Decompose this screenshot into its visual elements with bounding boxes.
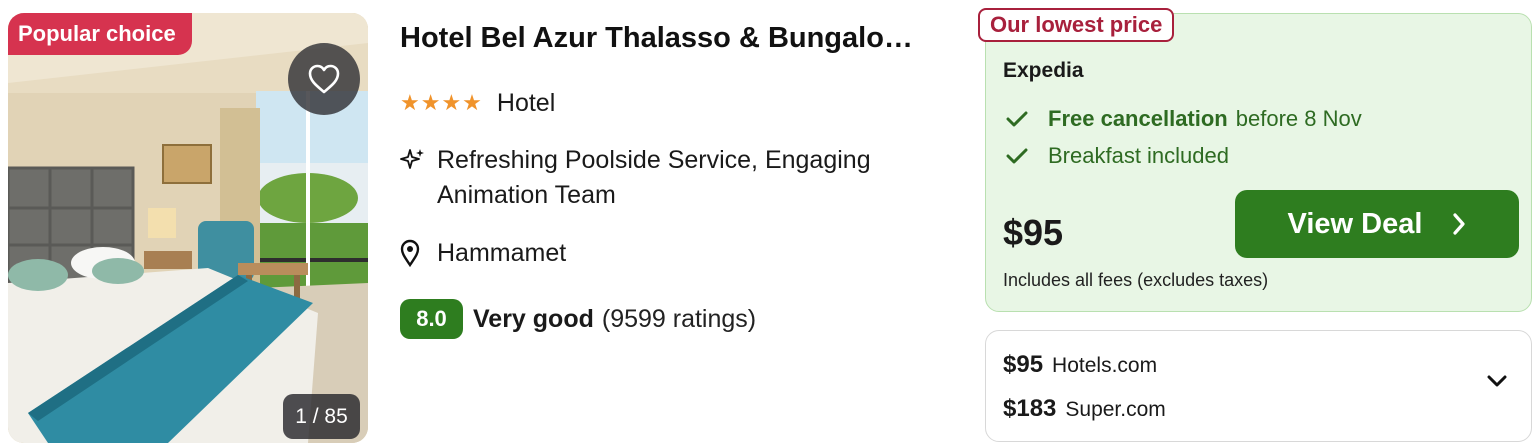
view-deal-label: View Deal xyxy=(1287,207,1423,240)
lowest-price-badge: Our lowest price xyxy=(978,8,1175,42)
highlights-text: Refreshing Poolside Service, Engaging An… xyxy=(437,146,871,209)
popular-choice-badge: Popular choice xyxy=(8,13,192,55)
perk-breakfast: Breakfast included xyxy=(1006,143,1229,169)
hotel-details: Hotel Bel Azur Thalasso & Bungalo… ★★★★ … xyxy=(400,0,970,448)
hotel-highlights: Refreshing Poolside Service, Engaging An… xyxy=(400,143,947,213)
check-icon xyxy=(1006,110,1048,128)
heart-icon xyxy=(308,64,340,94)
check-icon xyxy=(1006,147,1048,165)
perk-detail: before 8 Nov xyxy=(1235,106,1362,131)
offer-price: $95 xyxy=(1003,351,1044,378)
perk-strong: Free cancellation xyxy=(1048,106,1228,131)
offer-provider: Super.com xyxy=(1065,398,1166,421)
deal-provider: Expedia xyxy=(1003,59,1084,82)
hotel-location: Hammamet xyxy=(400,236,566,270)
offer-row[interactable]: $95 Hotels.com xyxy=(1003,351,1157,379)
offer-price: $183 xyxy=(1003,395,1057,422)
fees-note: Includes all fees (excludes taxes) xyxy=(1003,270,1269,290)
hotel-photo[interactable]: Popular choice 1 / 85 xyxy=(8,13,368,443)
hotel-name[interactable]: Hotel Bel Azur Thalasso & Bungalo… xyxy=(400,22,913,55)
rating-count: (9599 ratings) xyxy=(601,304,757,333)
perk-detail: Breakfast included xyxy=(1048,143,1229,168)
deal-price: $95 xyxy=(1003,212,1064,253)
offer-row[interactable]: $183 Super.com xyxy=(1003,395,1166,423)
hotel-type: Hotel xyxy=(496,88,556,117)
perk-free-cancellation: Free cancellation before 8 Nov xyxy=(1006,106,1362,132)
location-pin-icon xyxy=(400,239,437,267)
photo-counter: 1 / 85 xyxy=(283,394,360,439)
favorite-button[interactable] xyxy=(288,43,360,115)
location-text: Hammamet xyxy=(437,238,567,267)
offer-provider: Hotels.com xyxy=(1052,354,1158,377)
chevron-down-icon[interactable] xyxy=(1486,374,1508,388)
top-deal-card[interactable]: Expedia Free cancellation before 8 Nov B… xyxy=(985,13,1532,312)
hotel-type-row: ★★★★ Hotel xyxy=(400,88,555,118)
sparkle-icon xyxy=(400,143,437,213)
chevron-right-icon xyxy=(1453,213,1466,235)
star-rating: ★★★★ xyxy=(400,90,483,115)
other-offers-dropdown[interactable]: $95 Hotels.com $183 Super.com xyxy=(985,330,1532,442)
rating-score: 8.0 xyxy=(400,299,463,339)
rating-label: Very good xyxy=(473,304,594,333)
guest-rating[interactable]: 8.0 Very good (9599 ratings) xyxy=(400,299,756,339)
view-deal-button[interactable]: View Deal xyxy=(1235,190,1519,258)
